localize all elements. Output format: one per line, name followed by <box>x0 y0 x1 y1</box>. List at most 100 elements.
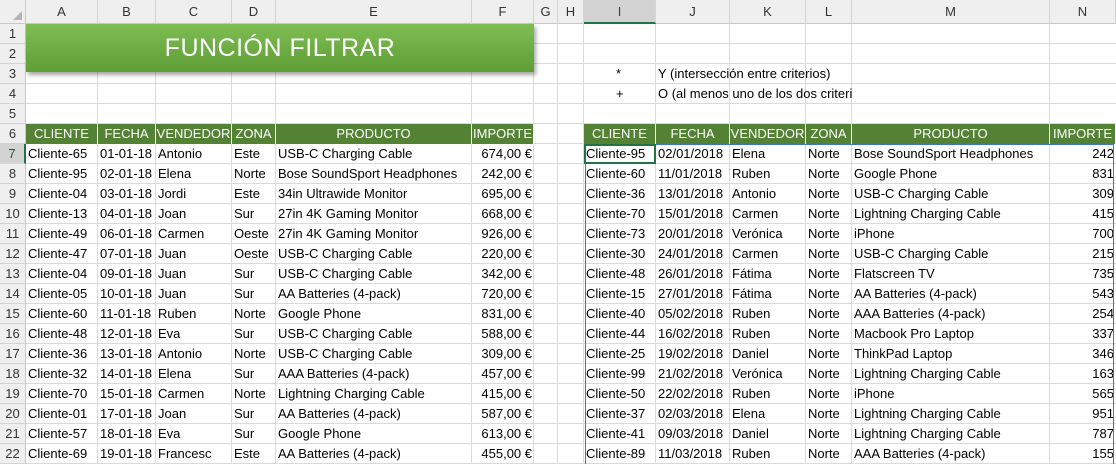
source-header-producto[interactable]: PRODUCTO <box>276 124 472 144</box>
filtered-cell[interactable]: Cliente-99 <box>584 364 656 384</box>
filtered-cell[interactable]: AAA Batteries (4-pack) <box>852 304 1050 324</box>
source-cell[interactable]: Cliente-69 <box>26 444 98 464</box>
source-cell[interactable]: 11-01-18 <box>98 304 156 324</box>
column-header-b[interactable]: B <box>98 0 156 24</box>
row-header-4[interactable]: 4 <box>0 84 26 104</box>
source-cell[interactable]: 668,00 € <box>472 204 534 224</box>
row-header-8[interactable]: 8 <box>0 164 26 184</box>
source-cell[interactable]: Cliente-32 <box>26 364 98 384</box>
filtered-cell[interactable]: Cliente-25 <box>584 344 656 364</box>
filtered-cell[interactable]: 15/01/2018 <box>656 204 730 224</box>
filtered-cell[interactable]: 11/01/2018 <box>656 164 730 184</box>
source-cell[interactable]: Oeste <box>232 224 276 244</box>
source-cell[interactable]: Carmen <box>156 384 232 404</box>
filtered-cell[interactable]: Elena <box>730 404 806 424</box>
filtered-cell[interactable]: Verónica <box>730 224 806 244</box>
source-cell[interactable]: Cliente-13 <box>26 204 98 224</box>
source-cell[interactable]: Jordi <box>156 184 232 204</box>
source-cell[interactable]: Cliente-04 <box>26 264 98 284</box>
source-cell[interactable]: 18-01-18 <box>98 424 156 444</box>
column-header-d[interactable]: D <box>232 0 276 24</box>
filtered-cell[interactable]: 13/01/2018 <box>656 184 730 204</box>
source-cell[interactable]: 02-01-18 <box>98 164 156 184</box>
source-cell[interactable]: 34in Ultrawide Monitor <box>276 184 472 204</box>
source-cell[interactable]: Cliente-95 <box>26 164 98 184</box>
filtered-cell[interactable]: 735 <box>1050 264 1116 284</box>
source-cell[interactable]: Sur <box>232 424 276 444</box>
row-header-13[interactable]: 13 <box>0 264 26 284</box>
filtered-cell[interactable]: Norte <box>806 344 852 364</box>
filtered-cell[interactable]: Fátima <box>730 284 806 304</box>
source-cell[interactable]: Este <box>232 184 276 204</box>
filtered-cell[interactable]: Norte <box>806 364 852 384</box>
source-cell[interactable]: 17-01-18 <box>98 404 156 424</box>
filtered-cell[interactable]: Norte <box>806 244 852 264</box>
source-cell[interactable]: AAA Batteries (4-pack) <box>276 364 472 384</box>
filtered-cell[interactable]: Norte <box>806 264 852 284</box>
source-cell[interactable]: 19-01-18 <box>98 444 156 464</box>
source-cell[interactable]: Eva <box>156 424 232 444</box>
row-header-22[interactable]: 22 <box>0 444 26 464</box>
row-header-5[interactable]: 5 <box>0 104 26 124</box>
filtered-cell[interactable]: 565 <box>1050 384 1116 404</box>
filtered-cell[interactable]: USB-C Charging Cable <box>852 244 1050 264</box>
source-cell[interactable]: 04-01-18 <box>98 204 156 224</box>
source-cell[interactable]: 457,00 € <box>472 364 534 384</box>
source-cell[interactable]: Cliente-65 <box>26 144 98 164</box>
filtered-cell[interactable]: 05/02/2018 <box>656 304 730 324</box>
filtered-header-cliente[interactable]: CLIENTE <box>584 124 656 144</box>
source-cell[interactable]: 455,00 € <box>472 444 534 464</box>
source-cell[interactable]: USB-C Charging Cable <box>276 144 472 164</box>
source-cell[interactable]: AA Batteries (4-pack) <box>276 284 472 304</box>
filtered-cell[interactable]: Lightning Charging Cable <box>852 424 1050 444</box>
column-header-k[interactable]: K <box>730 0 806 24</box>
source-cell[interactable]: Cliente-57 <box>26 424 98 444</box>
filtered-cell[interactable]: Ruben <box>730 444 806 464</box>
row-header-14[interactable]: 14 <box>0 284 26 304</box>
source-cell[interactable]: Ruben <box>156 304 232 324</box>
row-header-1[interactable]: 1 <box>0 24 26 44</box>
source-header-importe[interactable]: IMPORTE <box>472 124 534 144</box>
source-header-fecha[interactable]: FECHA <box>98 124 156 144</box>
filtered-header-fecha[interactable]: FECHA <box>656 124 730 144</box>
source-cell[interactable]: 720,00 € <box>472 284 534 304</box>
source-cell[interactable]: Norte <box>232 304 276 324</box>
filtered-cell[interactable]: Cliente-70 <box>584 204 656 224</box>
filtered-cell[interactable]: Flatscreen TV <box>852 264 1050 284</box>
filtered-cell[interactable]: Cliente-41 <box>584 424 656 444</box>
row-header-16[interactable]: 16 <box>0 324 26 344</box>
filtered-cell[interactable]: Cliente-37 <box>584 404 656 424</box>
source-cell[interactable]: Antonio <box>156 144 232 164</box>
filtered-cell[interactable]: Ruben <box>730 384 806 404</box>
source-cell[interactable]: Juan <box>156 244 232 264</box>
filtered-cell[interactable]: Cliente-40 <box>584 304 656 324</box>
source-cell[interactable]: Sur <box>232 264 276 284</box>
filtered-cell[interactable]: 787 <box>1050 424 1116 444</box>
source-cell[interactable]: USB-C Charging Cable <box>276 344 472 364</box>
source-cell[interactable]: Sur <box>232 204 276 224</box>
filtered-header-producto[interactable]: PRODUCTO <box>852 124 1050 144</box>
filtered-cell[interactable]: ThinkPad Laptop <box>852 344 1050 364</box>
filtered-cell[interactable]: 242 <box>1050 144 1116 164</box>
source-cell[interactable]: Cliente-36 <box>26 344 98 364</box>
filtered-cell[interactable]: 02/03/2018 <box>656 404 730 424</box>
filtered-cell[interactable]: Google Phone <box>852 164 1050 184</box>
filtered-cell[interactable]: 19/02/2018 <box>656 344 730 364</box>
source-cell[interactable]: 695,00 € <box>472 184 534 204</box>
filtered-cell[interactable]: Ruben <box>730 304 806 324</box>
filtered-cell[interactable]: 21/02/2018 <box>656 364 730 384</box>
source-cell[interactable]: Este <box>232 444 276 464</box>
column-header-l[interactable]: L <box>806 0 852 24</box>
source-cell[interactable]: AA Batteries (4-pack) <box>276 404 472 424</box>
row-header-20[interactable]: 20 <box>0 404 26 424</box>
filtered-cell[interactable]: 26/01/2018 <box>656 264 730 284</box>
filtered-cell[interactable]: Ruben <box>730 164 806 184</box>
row-header-19[interactable]: 19 <box>0 384 26 404</box>
filtered-cell[interactable]: 543 <box>1050 284 1116 304</box>
filtered-cell[interactable]: Norte <box>806 164 852 184</box>
source-cell[interactable]: Cliente-04 <box>26 184 98 204</box>
filtered-cell[interactable]: Cliente-73 <box>584 224 656 244</box>
source-cell[interactable]: 926,00 € <box>472 224 534 244</box>
column-header-a[interactable]: A <box>26 0 98 24</box>
source-cell[interactable]: USB-C Charging Cable <box>276 264 472 284</box>
